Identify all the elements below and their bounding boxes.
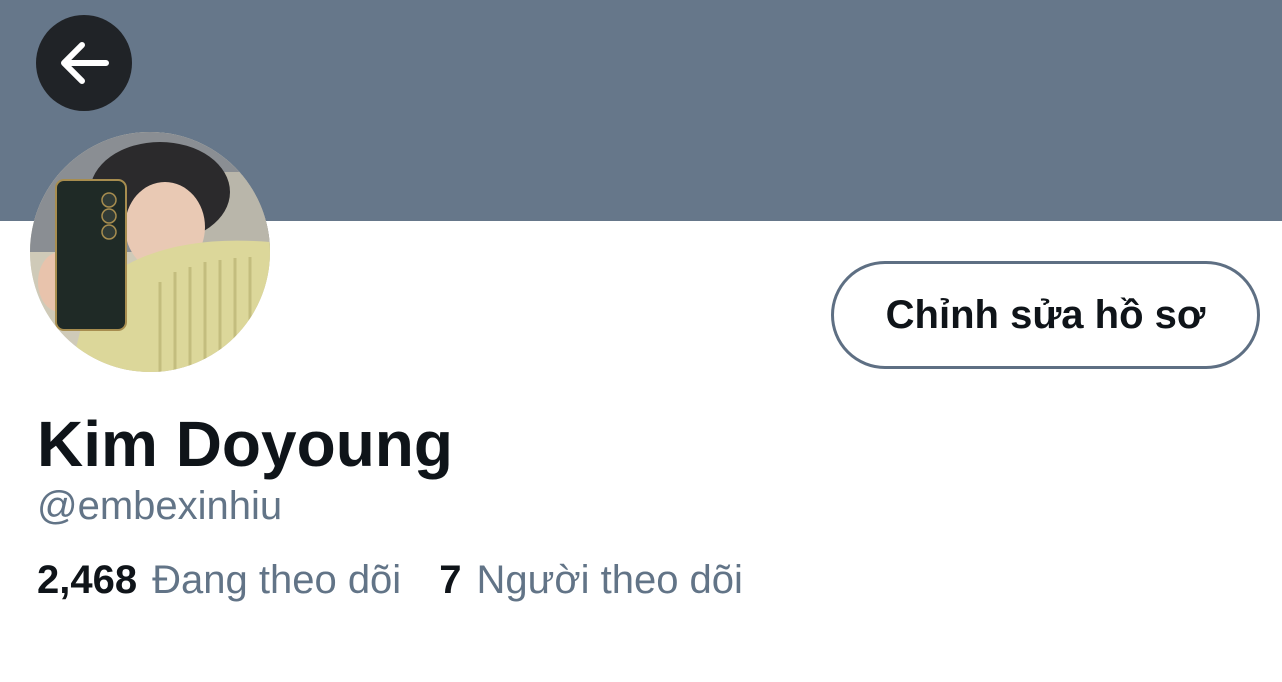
following-label: Đang theo dõi <box>152 558 402 602</box>
edit-profile-button[interactable]: Chỉnh sửa hồ sơ <box>831 261 1260 369</box>
following-link[interactable]: 2,468 Đang theo dõi <box>37 555 401 605</box>
followers-link[interactable]: 7 Người theo dõi <box>439 555 743 605</box>
profile-display-name: Kim Doyoung <box>37 408 453 480</box>
followers-label: Người theo dõi <box>476 558 743 602</box>
profile-handle: @embexinhiu <box>37 484 283 528</box>
following-count: 2,468 <box>37 558 138 602</box>
follow-stats: 2,468 Đang theo dõi 7 Người theo dõi <box>37 555 743 605</box>
arrow-left-icon <box>61 42 109 84</box>
back-button[interactable] <box>36 15 132 111</box>
avatar-photo <box>30 132 270 372</box>
profile-avatar[interactable] <box>30 132 270 372</box>
followers-count: 7 <box>439 558 462 602</box>
profile-page: Chỉnh sửa hồ sơ Kim Doyoung @embexinhiu … <box>0 0 1282 682</box>
